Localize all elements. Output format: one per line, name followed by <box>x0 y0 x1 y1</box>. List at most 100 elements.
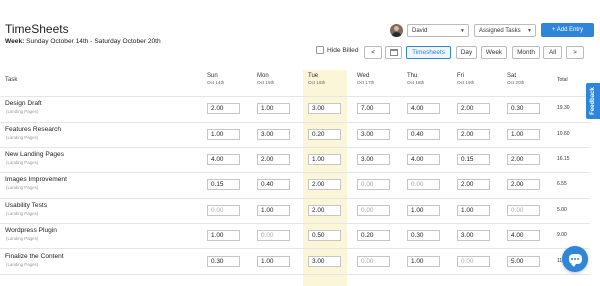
day-name: Sat <box>507 73 517 79</box>
hours-input[interactable]: 2.00 <box>308 179 341 190</box>
calendar-button[interactable] <box>385 46 402 59</box>
hours-input[interactable]: 0.30 <box>507 103 540 114</box>
hours-input[interactable]: 1.00 <box>257 205 290 216</box>
view-month-tab[interactable]: Month <box>512 46 540 59</box>
hours-input[interactable]: 1.00 <box>257 103 290 114</box>
task-project: (Landing Pages) <box>6 135 39 140</box>
hours-input[interactable]: 2.00 <box>507 154 540 165</box>
hours-input[interactable]: 0.00 <box>357 256 390 267</box>
row-total: 9.00 <box>557 232 567 238</box>
hours-input[interactable]: 0.30 <box>207 256 240 267</box>
hours-input[interactable]: 1.00 <box>507 129 540 140</box>
hours-input[interactable]: 3.00 <box>308 103 341 114</box>
task-project: (Landing Pages) <box>6 185 39 190</box>
task-project: (Landing Pages) <box>6 211 39 216</box>
hours-input[interactable]: 3.00 <box>308 256 341 267</box>
view-timesheets-tab[interactable]: Timesheets <box>406 46 451 59</box>
day-name: Wed <box>357 73 370 79</box>
view-week-tab[interactable]: Week <box>481 46 507 59</box>
week-label: Week: <box>5 38 25 45</box>
chevron-down-icon: ▼ <box>460 27 465 34</box>
task-name: Wordpress Plugin <box>5 227 57 234</box>
task-name: Features Research <box>5 126 62 133</box>
hours-input[interactable]: 1.00 <box>257 256 290 267</box>
row-total: 16.15 <box>557 156 570 162</box>
day-date: Oct 14th <box>207 80 225 85</box>
day-header-fri: Fri Oct 19th <box>457 73 474 86</box>
task-name: Usability Tests <box>5 202 48 209</box>
hours-input[interactable]: 3.00 <box>457 230 490 241</box>
hide-billed-toggle[interactable]: Hide Billed <box>316 46 359 54</box>
day-header-tue: Tue Oct 16th <box>308 73 325 86</box>
add-entry-button[interactable]: + Add Entry <box>541 23 594 37</box>
hours-input[interactable]: 5.00 <box>507 256 540 267</box>
hours-input[interactable]: 2.00 <box>308 205 341 216</box>
user-dropdown-value: David <box>412 27 428 34</box>
total-column-header: Total <box>557 77 568 83</box>
day-name: Fri <box>457 73 464 79</box>
day-date: Oct 17th <box>357 80 375 85</box>
hours-input[interactable]: 0.00 <box>357 205 390 216</box>
task-column-header: Task <box>5 77 18 83</box>
hours-input[interactable]: 4.00 <box>407 103 440 114</box>
hours-input[interactable]: 4.00 <box>507 230 540 241</box>
hours-input[interactable]: 2.00 <box>207 103 240 114</box>
hours-input[interactable]: 1.00 <box>407 205 440 216</box>
hours-input[interactable]: 0.00 <box>207 205 240 216</box>
hours-input[interactable]: 2.00 <box>507 179 540 190</box>
hours-input[interactable]: 0.30 <box>407 230 440 241</box>
hours-input[interactable]: 0.20 <box>357 230 390 241</box>
hours-input[interactable]: 1.00 <box>207 129 240 140</box>
hours-input[interactable]: 4.00 <box>207 154 240 165</box>
hide-billed-label: Hide Billed <box>327 46 359 54</box>
hours-input[interactable]: 1.00 <box>207 230 240 241</box>
day-name: Mon <box>257 73 269 79</box>
next-week-button[interactable]: > <box>566 46 584 59</box>
hours-input[interactable]: 0.00 <box>457 256 490 267</box>
task-project: (Landing Pages) <box>6 160 39 165</box>
hours-input[interactable]: 0.15 <box>457 154 490 165</box>
row-divider <box>0 248 590 249</box>
hours-input[interactable]: 3.00 <box>357 129 390 140</box>
prev-week-button[interactable]: < <box>364 46 382 59</box>
user-dropdown[interactable]: David ▼ <box>407 24 469 37</box>
hours-input[interactable]: 0.50 <box>308 230 341 241</box>
hours-input[interactable]: 3.00 <box>257 129 290 140</box>
hours-input[interactable]: 1.00 <box>407 256 440 267</box>
hours-input[interactable]: 7.00 <box>357 103 390 114</box>
hours-input[interactable]: 2.00 <box>457 129 490 140</box>
row-divider <box>0 172 590 173</box>
hours-input[interactable]: 0.15 <box>207 179 240 190</box>
hide-billed-checkbox[interactable] <box>316 46 324 54</box>
hours-input[interactable]: 0.40 <box>407 129 440 140</box>
chat-button[interactable] <box>562 246 588 272</box>
row-total: 5.00 <box>557 207 567 213</box>
day-header-wed: Wed Oct 17th <box>357 73 374 86</box>
avatar <box>390 24 403 37</box>
day-header-thu: Thu Oct 18th <box>407 73 424 86</box>
hours-input[interactable]: 2.00 <box>457 103 490 114</box>
hours-input[interactable]: 1.00 <box>457 205 490 216</box>
hours-input[interactable]: 0.20 <box>308 129 341 140</box>
hours-input[interactable]: 3.00 <box>357 154 390 165</box>
hours-input[interactable]: 2.00 <box>457 179 490 190</box>
user-selector[interactable]: David ▼ <box>390 24 469 37</box>
hours-input[interactable]: 4.00 <box>407 154 440 165</box>
hours-input[interactable]: 0.00 <box>407 179 440 190</box>
task-filter-dropdown[interactable]: Assigned Tasks ▼ <box>474 24 536 37</box>
view-day-tab[interactable]: Day <box>456 46 477 59</box>
hours-input[interactable]: 2.00 <box>257 154 290 165</box>
day-header-sat: Sat Oct 20th <box>507 73 524 86</box>
row-divider <box>0 96 590 97</box>
view-all-tab[interactable]: All <box>543 46 562 59</box>
hours-input[interactable]: 0.40 <box>257 179 290 190</box>
hours-input[interactable]: 0.00 <box>257 230 290 241</box>
day-name: Thu <box>407 73 418 79</box>
day-date: Oct 20th <box>507 80 525 85</box>
task-project: (Landing Pages) <box>6 109 39 114</box>
feedback-tab[interactable]: Feedback <box>586 83 600 119</box>
task-name: Design Draft <box>5 100 42 107</box>
hours-input[interactable]: 0.00 <box>357 179 390 190</box>
hours-input[interactable]: 1.00 <box>308 154 341 165</box>
hours-input[interactable]: 0.00 <box>507 205 540 216</box>
